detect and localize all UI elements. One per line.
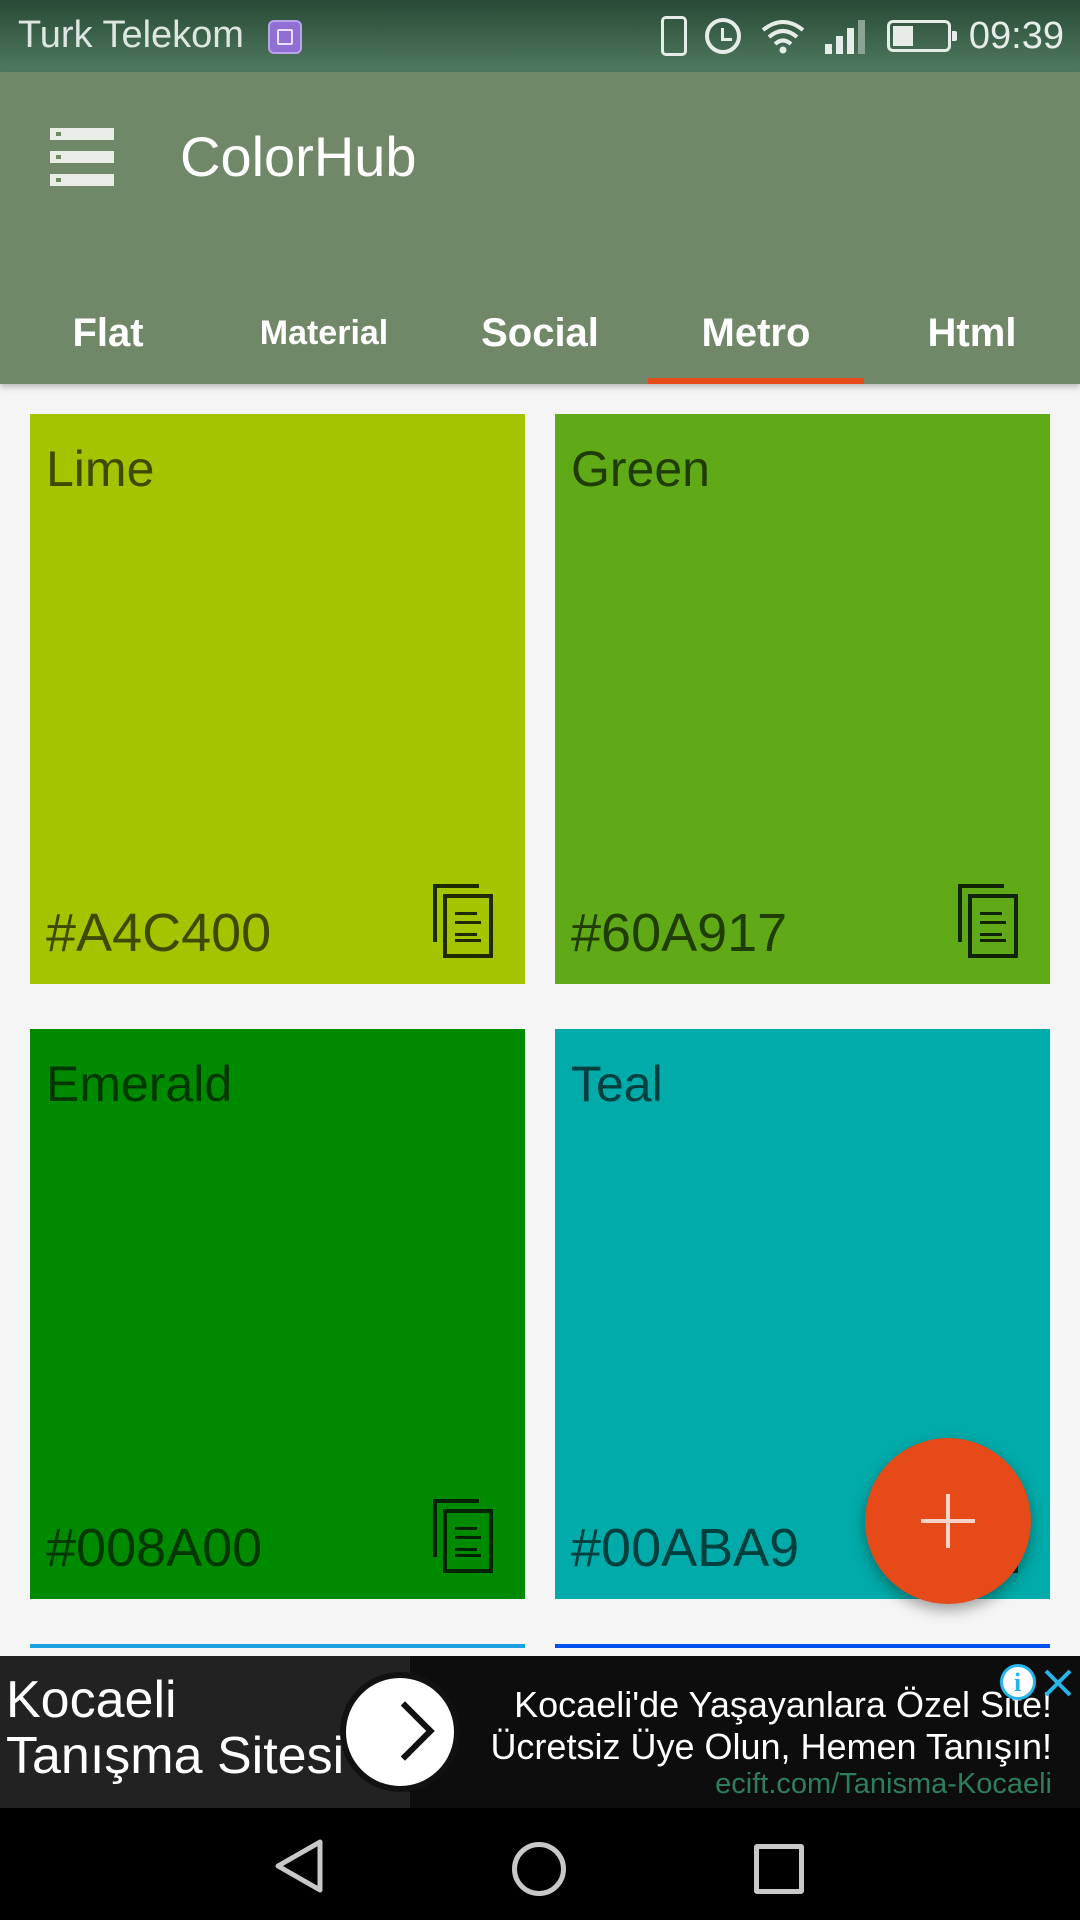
color-card-lime[interactable]: Lime #A4C400 bbox=[30, 414, 525, 984]
clock: 09:39 bbox=[968, 14, 1064, 57]
alarm-icon bbox=[704, 18, 741, 54]
gallery-icon bbox=[268, 20, 302, 54]
color-card-next-right[interactable] bbox=[555, 1644, 1050, 1648]
color-hex: #A4C400 bbox=[46, 903, 272, 963]
color-hex: #00ABA9 bbox=[571, 1518, 800, 1578]
app-title: ColorHub bbox=[180, 125, 417, 188]
battery-icon bbox=[886, 20, 957, 52]
tab-metro[interactable]: Metro bbox=[648, 282, 864, 384]
arrow-right-icon[interactable] bbox=[340, 1672, 460, 1792]
color-name: Lime bbox=[46, 441, 155, 497]
close-icon[interactable] bbox=[1040, 1662, 1076, 1702]
navigation-bar bbox=[0, 1808, 1080, 1920]
home-icon[interactable] bbox=[512, 1842, 566, 1896]
color-name: Teal bbox=[571, 1056, 663, 1112]
signal-icon bbox=[824, 18, 869, 54]
ad-line-2: Ücretsiz Üye Olun, Hemen Tanışın! bbox=[490, 1726, 1052, 1767]
ad-panel: Kocaeli'de Yaşayanlara Özel Site! Ücrets… bbox=[410, 1656, 1080, 1808]
ad-banner[interactable]: Kocaeli Tanışma Sitesi Kocaeli'de Yaşaya… bbox=[0, 1656, 1080, 1808]
color-hex: #60A917 bbox=[571, 903, 788, 963]
back-icon[interactable] bbox=[272, 1838, 326, 1894]
color-hex: #008A00 bbox=[46, 1518, 263, 1578]
tab-material[interactable]: Material bbox=[216, 282, 432, 384]
info-icon[interactable] bbox=[1000, 1664, 1036, 1700]
copy-icon[interactable] bbox=[433, 884, 495, 958]
ad-url: ecift.com/Tanisma-Kocaeli bbox=[715, 1768, 1052, 1800]
wifi-icon bbox=[761, 20, 805, 54]
status-icons: 09:39 bbox=[660, 0, 1064, 72]
color-card-next-left[interactable] bbox=[30, 1644, 525, 1648]
tab-flat[interactable]: Flat bbox=[0, 282, 216, 384]
color-card-green[interactable]: Green #60A917 bbox=[555, 414, 1050, 984]
menu-icon[interactable] bbox=[50, 128, 114, 186]
ad-headline: Kocaeli Tanışma Sitesi bbox=[6, 1671, 345, 1785]
tab-bar: Flat Material Social Metro Html bbox=[0, 282, 1080, 384]
tab-html[interactable]: Html bbox=[864, 282, 1080, 384]
status-bar: Turk Telekom 09:39 bbox=[0, 0, 1080, 72]
add-fab-button[interactable] bbox=[865, 1438, 1031, 1604]
copy-icon[interactable] bbox=[958, 884, 1020, 958]
app-bar: ColorHub Flat Material Social Metro Html bbox=[0, 72, 1080, 384]
vibrate-icon bbox=[660, 16, 687, 56]
color-card-emerald[interactable]: Emerald #008A00 bbox=[30, 1029, 525, 1599]
color-name: Green bbox=[571, 441, 710, 497]
ad-line-1: Kocaeli'de Yaşayanlara Özel Site! bbox=[514, 1684, 1052, 1725]
color-name: Emerald bbox=[46, 1056, 233, 1112]
carrier-name: Turk Telekom bbox=[18, 14, 244, 56]
copy-icon[interactable] bbox=[433, 1499, 495, 1573]
tab-social[interactable]: Social bbox=[432, 282, 648, 384]
recent-apps-icon[interactable] bbox=[754, 1844, 804, 1894]
